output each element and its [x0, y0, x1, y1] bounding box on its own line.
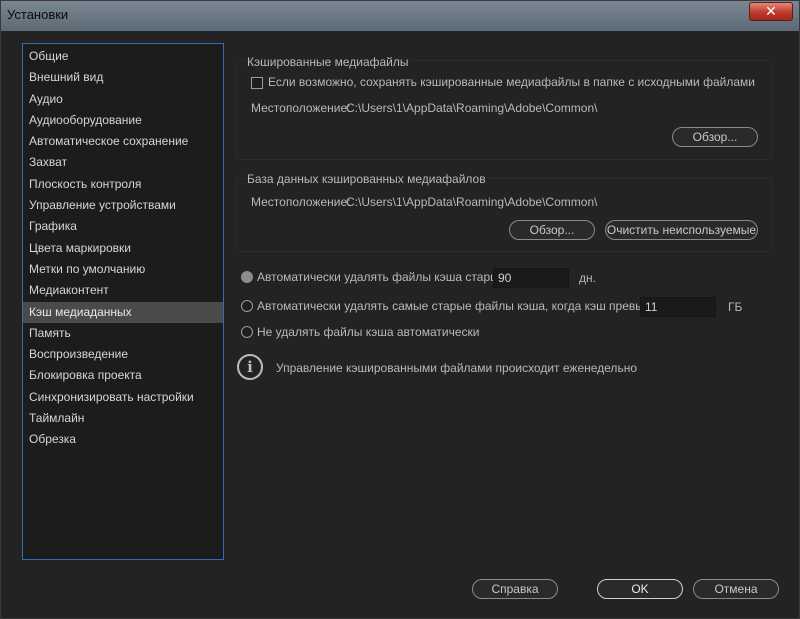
cache-db-location-path: C:\Users\1\AppData\Roaming\Adobe\Common\	[346, 195, 598, 209]
sidebar-item-graphics[interactable]: Графика	[23, 216, 223, 237]
preferences-sidebar: Общие Внешний вид Аудио Аудиооборудовани…	[22, 43, 224, 560]
clean-unused-button[interactable]: Очистить неиспользуемые	[605, 220, 758, 240]
window-title: Установки	[7, 7, 69, 22]
ok-button[interactable]: OK	[597, 579, 683, 599]
dialog-content: Общие Внешний вид Аудио Аудиооборудовани…	[8, 31, 793, 613]
delete-older-than-radio[interactable]	[241, 271, 253, 283]
cache-db-location-label: Местоположение:	[251, 195, 351, 209]
size-limit-input[interactable]: 11	[640, 297, 716, 317]
days-input[interactable]: 90	[493, 268, 569, 288]
close-button[interactable]: ✕	[749, 2, 793, 21]
sidebar-item-device-control[interactable]: Управление устройствами	[23, 195, 223, 216]
save-with-source-checkbox[interactable]	[251, 77, 263, 89]
sidebar-item-label-colors[interactable]: Цвета маркировки	[23, 238, 223, 259]
sidebar-item-audio[interactable]: Аудио	[23, 89, 223, 110]
sidebar-item-media[interactable]: Медиаконтент	[23, 280, 223, 301]
do-not-delete-radio[interactable]	[241, 326, 253, 338]
size-unit: ГБ	[728, 300, 743, 314]
sidebar-item-media-cache[interactable]: Кэш медиаданных	[23, 301, 223, 323]
do-not-delete-label[interactable]: Не удалять файлы кэша автоматически	[257, 325, 479, 339]
info-message: Управление кэшированными файлами происхо…	[276, 361, 637, 375]
sidebar-item-playback[interactable]: Воспроизведение	[23, 344, 223, 365]
info-icon: i	[237, 354, 263, 380]
sidebar-item-sync-settings[interactable]: Синхронизировать настройки	[23, 387, 223, 408]
sidebar-item-capture[interactable]: Захват	[23, 152, 223, 173]
sidebar-item-project-locking[interactable]: Блокировка проекта	[23, 365, 223, 386]
sidebar-item-general[interactable]: Общие	[23, 46, 223, 67]
cache-db-browse-button[interactable]: Обзор...	[509, 220, 595, 240]
sidebar-item-trim[interactable]: Обрезка	[23, 429, 223, 450]
sidebar-item-timeline[interactable]: Таймлайн	[23, 408, 223, 429]
cache-files-location-path: C:\Users\1\AppData\Roaming\Adobe\Common\	[346, 101, 598, 115]
help-button[interactable]: Справка	[472, 579, 558, 599]
delete-when-exceeds-label[interactable]: Автоматически удалять самые старые файлы…	[257, 299, 675, 313]
delete-when-exceeds-radio[interactable]	[241, 300, 253, 312]
preferences-window: Установки ✕ Общие Внешний вид Аудио Ауди…	[0, 0, 800, 619]
sidebar-item-memory[interactable]: Память	[23, 323, 223, 344]
save-with-source-label[interactable]: Если возможно, сохранять кэшированные ме…	[268, 75, 755, 89]
sidebar-item-control-surface[interactable]: Плоскость контроля	[23, 174, 223, 195]
cancel-button[interactable]: Отмена	[693, 579, 779, 599]
cache-files-location-label: Местоположение:	[251, 101, 351, 115]
delete-older-than-label[interactable]: Автоматически удалять файлы кэша старше:	[257, 270, 510, 284]
cache-db-group	[236, 178, 772, 252]
close-icon: ✕	[765, 3, 777, 19]
sidebar-item-label-defaults[interactable]: Метки по умолчанию	[23, 259, 223, 280]
sidebar-item-appearance[interactable]: Внешний вид	[23, 67, 223, 88]
title-bar[interactable]: Установки ✕	[1, 1, 799, 31]
cache-db-title: База данных кэшированных медиафайлов	[245, 172, 488, 186]
sidebar-item-audio-hardware[interactable]: Аудиооборудование	[23, 110, 223, 131]
sidebar-item-auto-save[interactable]: Автоматическое сохранение	[23, 131, 223, 152]
cache-files-browse-button[interactable]: Обзор...	[672, 127, 758, 147]
cache-files-title: Кэшированные медиафайлы	[245, 55, 411, 69]
days-unit: дн.	[579, 271, 596, 285]
